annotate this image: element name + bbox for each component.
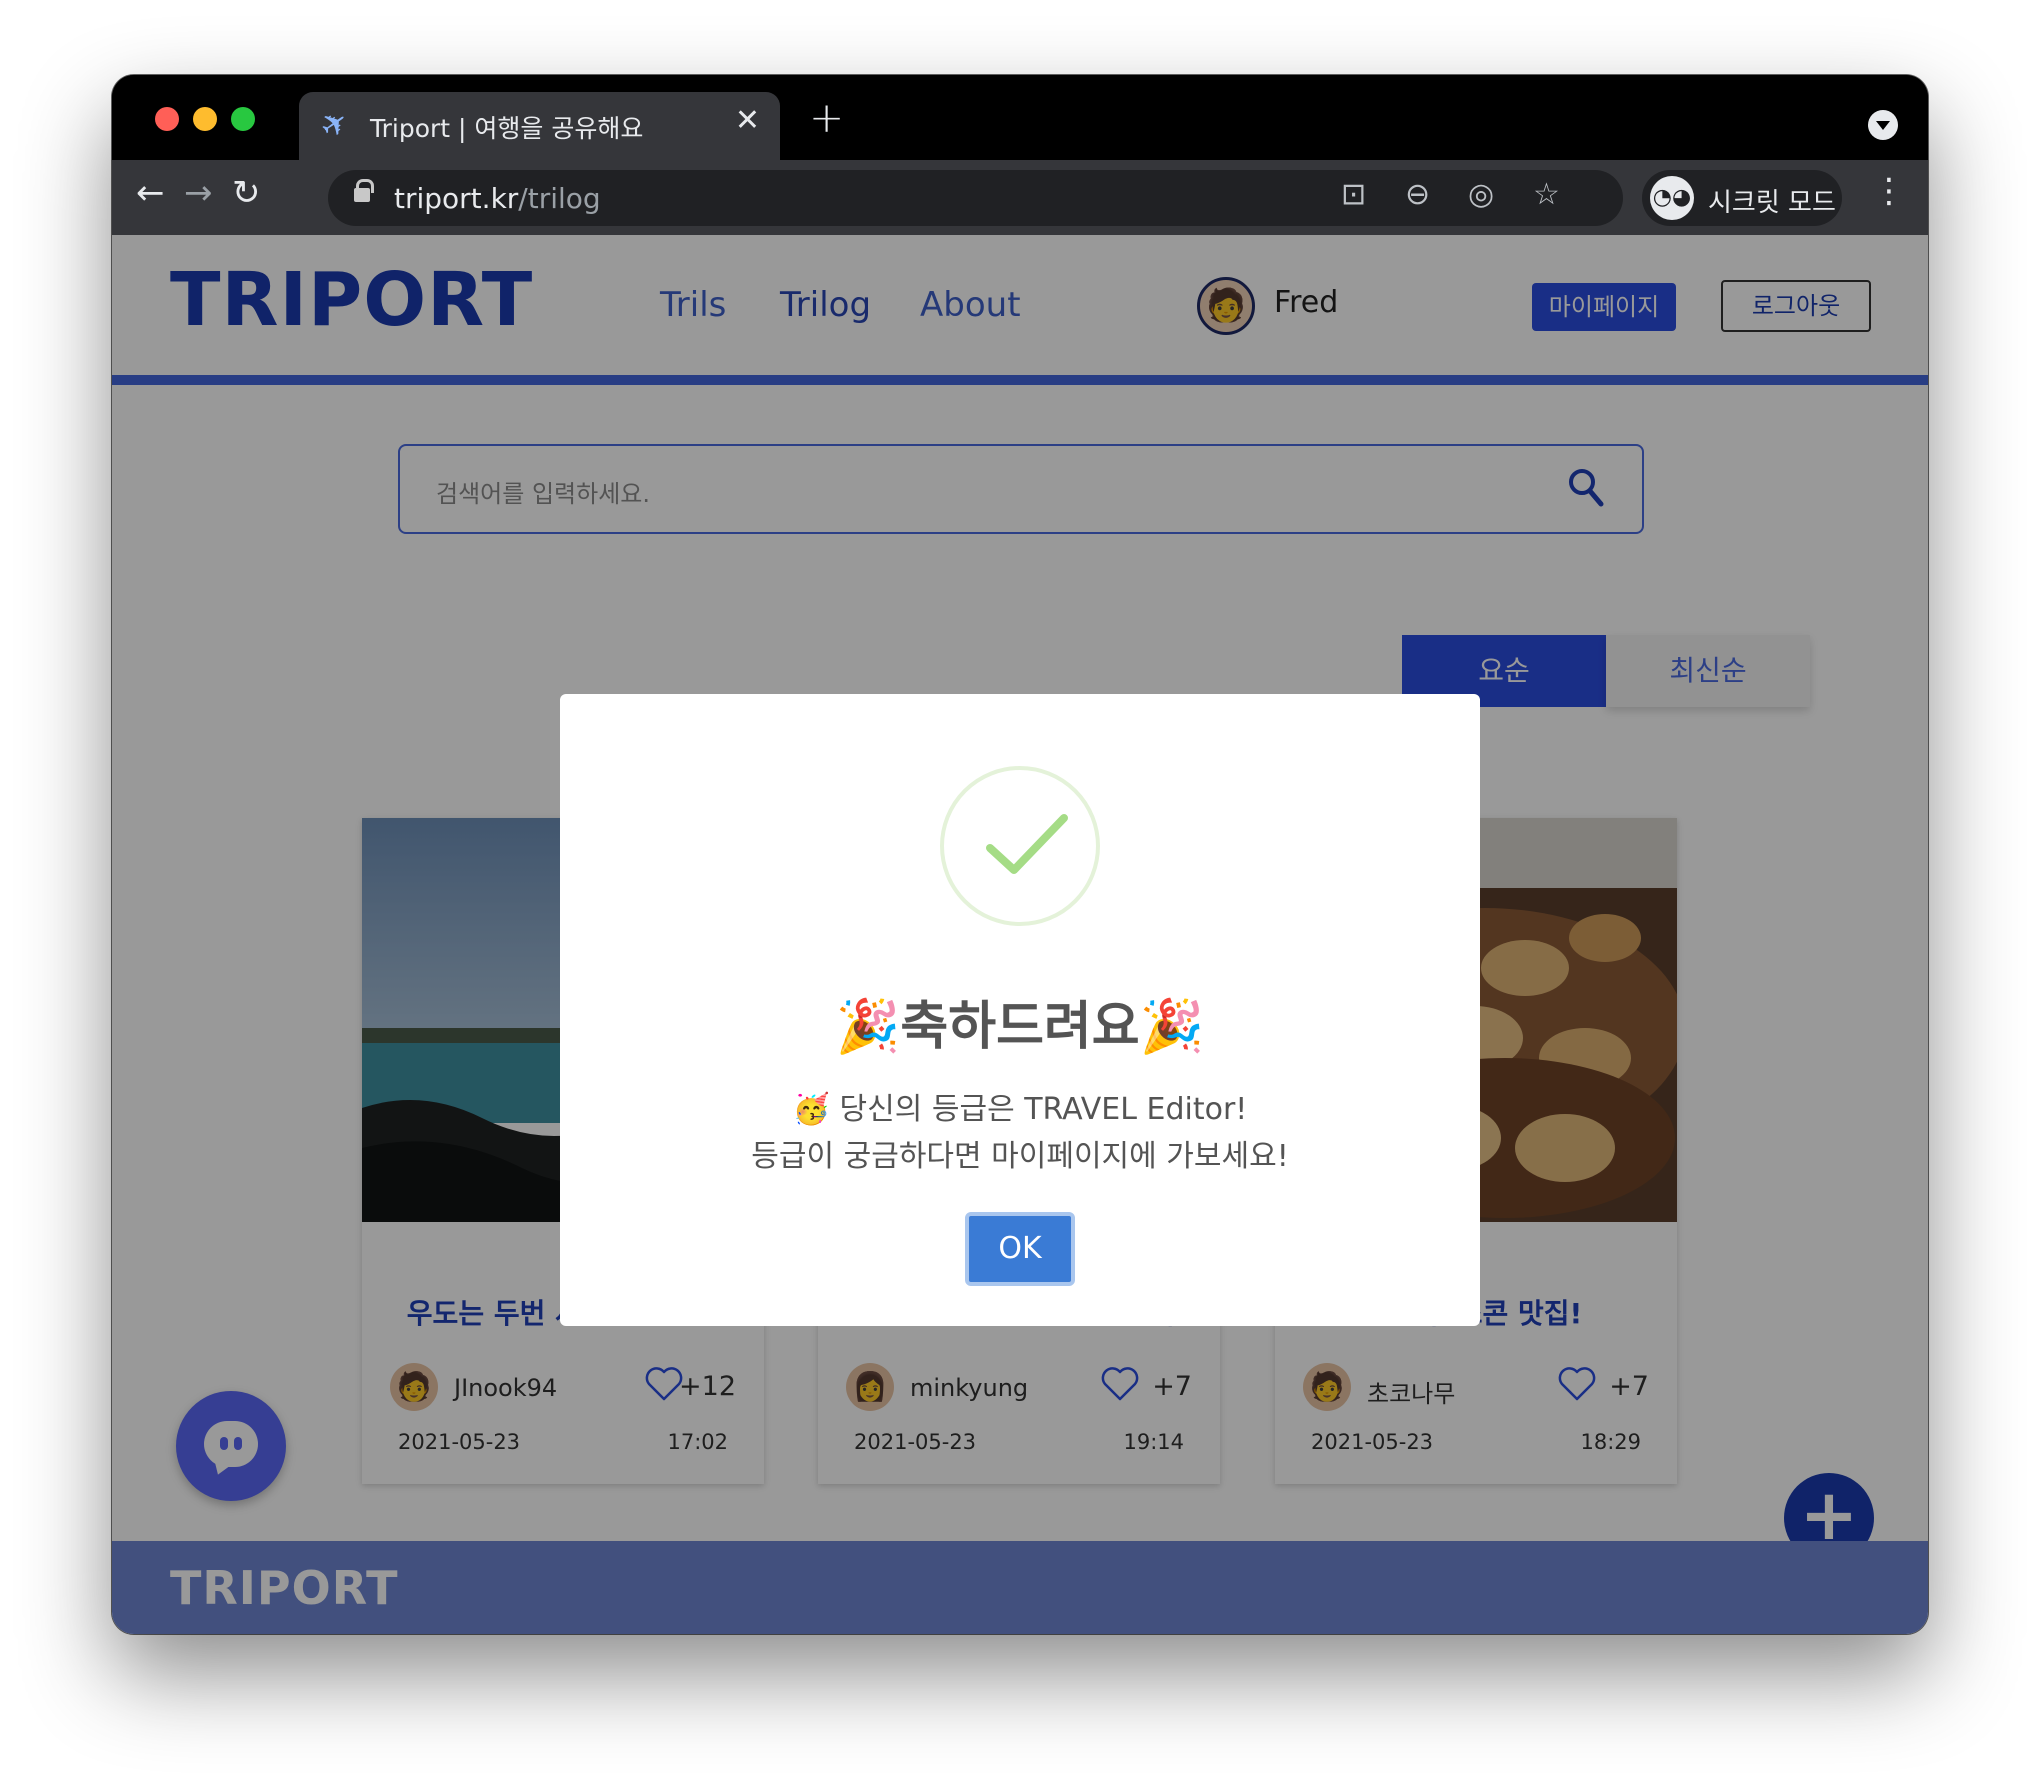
success-modal: 🎉축하드려요🎉 🥳 당신의 등급은 TRAVEL Editor! 등급이 궁금하… xyxy=(560,694,1480,1326)
ok-button[interactable]: OK xyxy=(965,1212,1075,1286)
close-window-button[interactable] xyxy=(155,107,179,131)
check-mark-icon xyxy=(986,814,1068,874)
success-check-icon xyxy=(940,766,1100,926)
tab-bar: ✈ Triport | 여행을 공유해요 ✕ + xyxy=(112,75,1928,160)
modal-message-line2: 등급이 궁금하다면 마이페이지에 가보세요! xyxy=(751,1139,1289,1174)
tracking-blocked-eye-icon[interactable]: ◎ xyxy=(1468,180,1494,210)
address-bar[interactable]: triport.kr/trilog ⊡ ⊖ ◎ ☆ xyxy=(328,170,1623,226)
web-page: TRIPORT Trils Trilog About 🧑 Fred 마이페이지 … xyxy=(112,235,1928,1634)
zoom-icon[interactable]: ⊖ xyxy=(1405,180,1430,210)
modal-message-line1: 🥳 당신의 등급은 TRAVEL Editor! xyxy=(792,1092,1248,1127)
incognito-icon: ◔◕ xyxy=(1650,176,1694,220)
translate-icon[interactable]: ⊡ xyxy=(1341,180,1366,210)
tab-close-icon[interactable]: ✕ xyxy=(735,106,760,136)
browser-menu-icon[interactable]: ⋮ xyxy=(1872,174,1906,208)
tab-search-button[interactable] xyxy=(1868,110,1898,140)
browser-window: ✈ Triport | 여행을 공유해요 ✕ + ← → ↻ triport.k… xyxy=(112,75,1928,1634)
tab-title: Triport | 여행을 공유해요 xyxy=(370,114,644,143)
modal-title: 🎉축하드려요🎉 xyxy=(835,997,1205,1057)
minimize-window-button[interactable] xyxy=(193,107,217,131)
forward-arrow-icon[interactable]: → xyxy=(184,176,213,210)
incognito-label: 시크릿 모드 xyxy=(1708,188,1836,218)
browser-tab[interactable]: ✈ Triport | 여행을 공유해요 ✕ xyxy=(299,92,780,160)
maximize-window-button[interactable] xyxy=(231,107,255,131)
browser-toolbar: ← → ↻ triport.kr/trilog ⊡ ⊖ ◎ ☆ ◔◕ 시크릿 모… xyxy=(112,160,1928,235)
back-arrow-icon[interactable]: ← xyxy=(136,176,165,210)
lock-icon xyxy=(354,179,374,202)
reload-icon[interactable]: ↻ xyxy=(232,176,261,210)
bookmark-star-icon[interactable]: ☆ xyxy=(1533,180,1560,210)
url-text: triport.kr/trilog xyxy=(394,182,601,215)
incognito-badge[interactable]: ◔◕ 시크릿 모드 xyxy=(1642,170,1842,226)
airplane-icon: ✈ xyxy=(312,100,357,148)
new-tab-button[interactable]: + xyxy=(809,97,844,139)
